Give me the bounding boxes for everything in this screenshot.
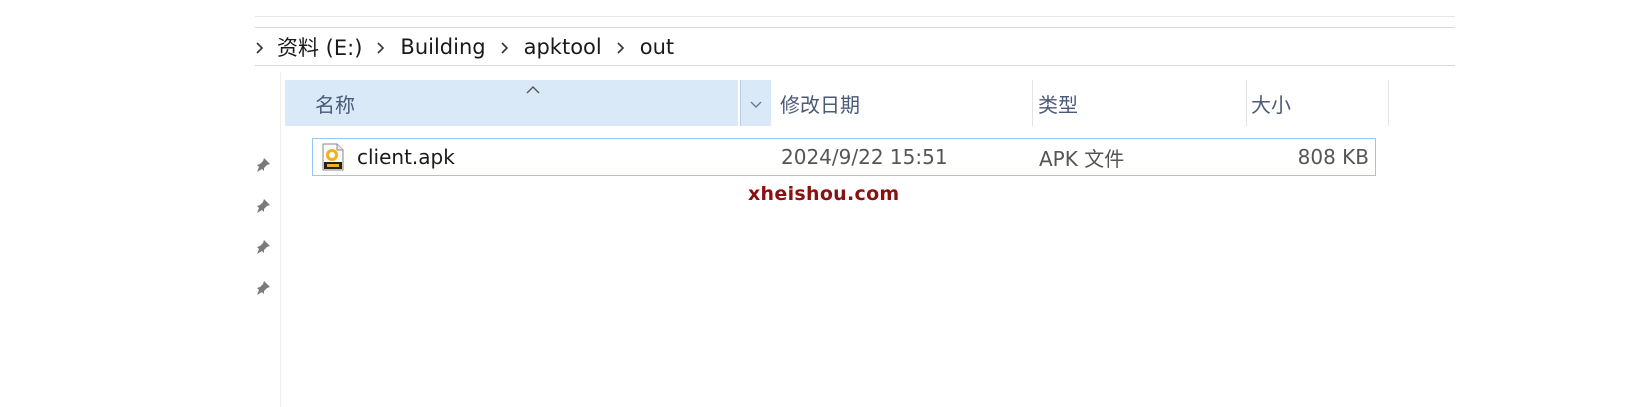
column-header-name[interactable]: 名称 xyxy=(285,80,738,126)
breadcrumb-item-drive[interactable]: 资料 (E:) xyxy=(277,32,362,62)
file-row[interactable]: client.apk 2024/9/22 15:51 APK 文件 808 KB xyxy=(312,138,1376,176)
column-header-size[interactable]: 大小 xyxy=(1251,80,1291,126)
column-header-type[interactable]: 类型 xyxy=(1038,80,1078,126)
file-name-cell[interactable]: client.apk xyxy=(321,139,455,175)
chevron-down-icon xyxy=(749,94,763,113)
column-header-date-label: 修改日期 xyxy=(780,92,860,117)
chevron-right-icon[interactable] xyxy=(616,42,626,54)
column-separator[interactable] xyxy=(1388,80,1389,126)
file-size: 808 KB xyxy=(1297,145,1369,169)
top-divider xyxy=(255,16,1455,17)
column-separator[interactable] xyxy=(1246,80,1247,126)
column-header-date-modified[interactable]: 修改日期 xyxy=(780,80,860,126)
pin-icon[interactable] xyxy=(254,156,272,174)
chevron-right-icon[interactable] xyxy=(376,42,386,54)
file-type: APK 文件 xyxy=(1039,146,1125,171)
navigation-pane-divider[interactable] xyxy=(280,72,281,407)
pin-icon[interactable] xyxy=(254,197,272,215)
breadcrumb-item-apktool[interactable]: apktool xyxy=(524,35,602,59)
column-header-type-label: 类型 xyxy=(1038,92,1078,117)
chevron-right-icon[interactable] xyxy=(255,42,265,54)
chevron-right-icon[interactable] xyxy=(500,42,510,54)
breadcrumb-item-out[interactable]: out xyxy=(640,35,674,59)
column-header-size-label: 大小 xyxy=(1251,92,1291,117)
address-bar-top-border xyxy=(255,27,1455,28)
file-date-modified: 2024/9/22 15:51 xyxy=(781,145,948,169)
pin-icon[interactable] xyxy=(254,238,272,256)
breadcrumb-item-building[interactable]: Building xyxy=(400,35,485,59)
file-name: client.apk xyxy=(357,145,455,169)
sort-ascending-icon xyxy=(525,76,541,94)
address-bar-bottom-border xyxy=(255,65,1455,66)
column-separator[interactable] xyxy=(1032,80,1033,126)
pin-icon[interactable] xyxy=(254,279,272,297)
column-filter-dropdown[interactable] xyxy=(740,80,771,126)
apk-file-icon xyxy=(321,143,345,171)
column-header-name-label: 名称 xyxy=(315,92,355,117)
watermark-text: xheishou.com xyxy=(748,183,900,205)
breadcrumb: 资料 (E:) Building apktool out xyxy=(255,30,674,64)
